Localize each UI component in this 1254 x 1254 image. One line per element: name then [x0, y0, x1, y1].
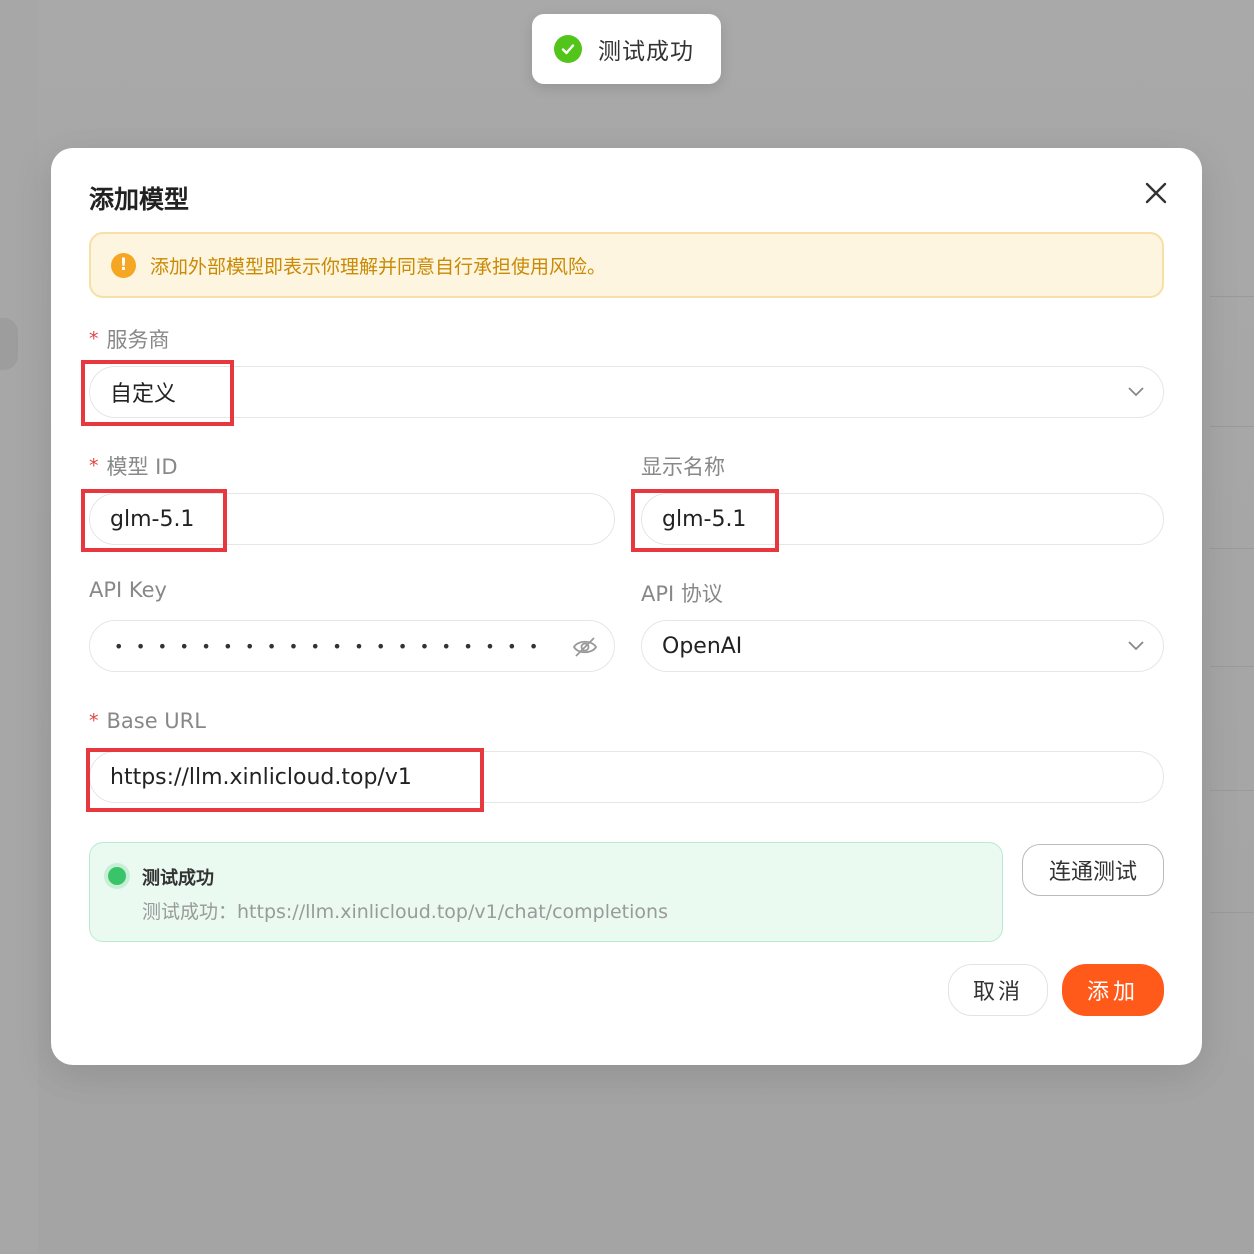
exclamation-icon: !	[111, 252, 136, 278]
cancel-button[interactable]: 取消	[948, 964, 1048, 1016]
background-divider	[1210, 912, 1254, 913]
required-mark: *	[89, 710, 99, 732]
warning-text: 添加外部模型即表示你理解并同意自行承担使用风险。	[150, 255, 607, 278]
base-url-input[interactable]: https://llm.xinlicloud.top/v1	[89, 751, 1164, 803]
test-result-title: 测试成功	[142, 868, 214, 889]
provider-label: * 服务商	[89, 324, 170, 354]
api-protocol-value: OpenAI	[662, 633, 743, 659]
api-protocol-label: API 协议	[641, 578, 723, 608]
api-key-masked-value: ••••••••••••••••••••	[114, 636, 551, 656]
model-id-value: glm-5.1	[110, 506, 195, 532]
background-divider	[1210, 426, 1254, 427]
close-button[interactable]	[1141, 178, 1171, 208]
display-name-input[interactable]: glm-5.1	[641, 493, 1164, 545]
test-result-panel: 测试成功 测试成功：https://llm.xinlicloud.top/v1/…	[89, 842, 1003, 942]
chevron-down-icon	[1128, 387, 1144, 397]
background-divider	[1210, 666, 1254, 667]
base-url-value: https://llm.xinlicloud.top/v1	[110, 764, 412, 790]
toast-message: 测试成功	[598, 39, 694, 65]
background-sidebar	[0, 0, 38, 1254]
model-id-label-text: 模型 ID	[106, 455, 178, 479]
base-url-label-text: Base URL	[106, 709, 206, 733]
background-divider	[1210, 790, 1254, 791]
display-name-value: glm-5.1	[662, 506, 747, 532]
required-mark: *	[89, 328, 99, 350]
success-toast: 测试成功	[532, 14, 721, 84]
api-key-input[interactable]: ••••••••••••••••••••	[89, 620, 615, 672]
api-protocol-select[interactable]: OpenAI	[641, 620, 1164, 672]
background-handle	[0, 318, 18, 370]
add-button[interactable]: 添加	[1062, 964, 1164, 1016]
status-dot	[108, 867, 126, 885]
display-name-label-text: 显示名称	[641, 455, 725, 479]
test-result-detail: 测试成功：https://llm.xinlicloud.top/v1/chat/…	[142, 901, 668, 923]
api-key-label-text: API Key	[89, 578, 167, 602]
add-model-dialog: 添加模型 ! 添加外部模型即表示你理解并同意自行承担使用风险。 * 服务商 自定…	[51, 148, 1202, 1065]
close-icon	[1145, 182, 1167, 204]
risk-warning-banner: ! 添加外部模型即表示你理解并同意自行承担使用风险。	[89, 232, 1164, 298]
background-divider	[1210, 296, 1254, 297]
background-divider	[1210, 548, 1254, 549]
model-id-input[interactable]: glm-5.1	[89, 493, 615, 545]
api-protocol-label-text: API 协议	[641, 582, 723, 606]
base-url-label: * Base URL	[89, 709, 206, 733]
required-mark: *	[89, 455, 99, 477]
provider-value: 自定义	[110, 382, 177, 407]
provider-select[interactable]: 自定义	[89, 366, 1164, 418]
dialog-title: 添加模型	[89, 185, 190, 214]
model-id-label: * 模型 ID	[89, 451, 178, 481]
check-circle-icon	[554, 35, 582, 63]
connectivity-test-button[interactable]: 连通测试	[1022, 844, 1164, 896]
provider-label-text: 服务商	[106, 328, 170, 352]
display-name-label: 显示名称	[641, 451, 725, 481]
chevron-down-icon	[1128, 641, 1144, 651]
eye-off-icon[interactable]	[572, 634, 598, 660]
api-key-label: API Key	[89, 578, 167, 602]
